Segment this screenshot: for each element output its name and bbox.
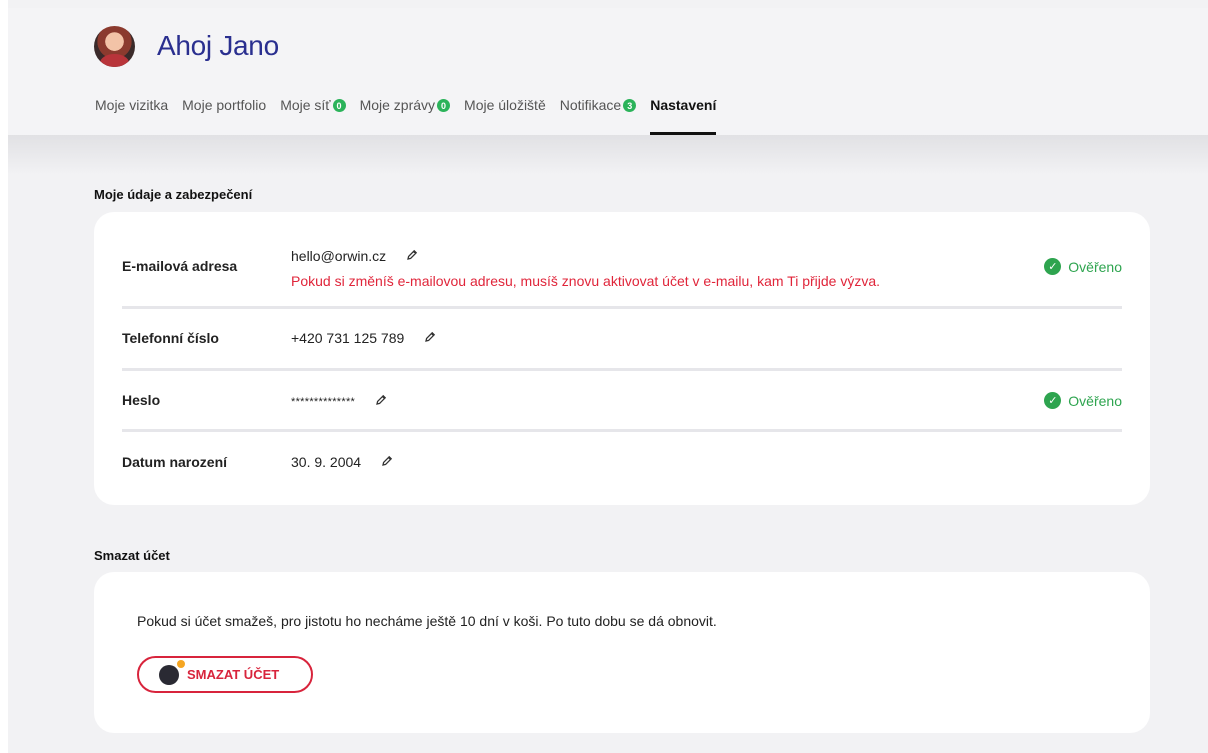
- nav-moje-zpravy[interactable]: Moje zprávy 0: [360, 97, 451, 129]
- phone-label: Telefonní číslo: [122, 330, 219, 346]
- profile-header: Ahoj Jano Moje vizitka Moje portfolio Mo…: [8, 8, 1208, 135]
- delete-card: Pokud si účet smažeš, pro jistotu ho nec…: [94, 572, 1150, 733]
- divider: [122, 306, 1122, 309]
- header-shadow: [8, 135, 1208, 175]
- nav-nastaveni[interactable]: Nastavení: [650, 97, 717, 135]
- password-label: Heslo: [122, 392, 161, 408]
- pencil-icon[interactable]: [375, 394, 387, 409]
- delete-info: Pokud si účet smažeš, pro jistotu ho nec…: [137, 613, 717, 629]
- password-value: **************: [291, 395, 356, 408]
- pencil-icon[interactable]: [381, 455, 393, 470]
- birthdate-label: Datum narození: [122, 454, 228, 470]
- email-value: hello@orwin.cz: [291, 248, 387, 264]
- email-value-wrap: hello@orwin.cz: [291, 248, 418, 264]
- account-card: E-mailová adresa hello@orwin.cz Pokud si…: [94, 212, 1150, 505]
- email-status: ✓ Ověřeno: [1044, 258, 1122, 275]
- phone-value-wrap: +420 731 125 789: [291, 330, 436, 346]
- nav-notifikace[interactable]: Notifikace 3: [560, 97, 637, 129]
- check-circle-icon: ✓: [1044, 258, 1062, 275]
- email-label: E-mailová adresa: [122, 258, 238, 274]
- birthdate-value-wrap: 30. 9. 2004: [291, 454, 393, 470]
- delete-account-button[interactable]: SMAZAT ÚČET: [137, 656, 313, 693]
- count-badge: 3: [623, 99, 637, 112]
- nav-moje-sit[interactable]: Moje síť 0: [280, 97, 346, 129]
- divider: [122, 368, 1122, 371]
- nav-moje-portfolio[interactable]: Moje portfolio: [182, 97, 266, 129]
- greeting: Ahoj Jano: [157, 30, 279, 61]
- nav-moje-vizitka[interactable]: Moje vizitka: [95, 97, 168, 129]
- password-value-wrap: **************: [291, 394, 387, 409]
- nav-moje-uloziste[interactable]: Moje úložiště: [464, 97, 546, 129]
- left-edge: [0, 0, 8, 753]
- delete-button-label: SMAZAT ÚČET: [187, 667, 280, 682]
- pencil-icon[interactable]: [406, 249, 418, 264]
- count-badge: 0: [332, 99, 346, 112]
- password-status: ✓ Ověřeno: [1044, 392, 1122, 409]
- pencil-icon[interactable]: [424, 331, 436, 346]
- main-nav: Moje vizitka Moje portfolio Moje síť 0 Mo…: [95, 97, 730, 135]
- phone-value: +420 731 125 789: [291, 330, 405, 346]
- avatar[interactable]: [94, 26, 135, 67]
- check-circle-icon: ✓: [1044, 392, 1062, 409]
- section-title-account: Moje údaje a zabezpečení: [94, 187, 253, 202]
- birthdate-value: 30. 9. 2004: [291, 454, 362, 470]
- email-warning: Pokud si změníš e-mailovou adresu, musíš…: [291, 273, 881, 289]
- divider: [122, 429, 1122, 432]
- section-title-delete: Smazat účet: [94, 548, 170, 563]
- count-badge: 0: [437, 99, 451, 112]
- bomb-icon: [159, 659, 185, 685]
